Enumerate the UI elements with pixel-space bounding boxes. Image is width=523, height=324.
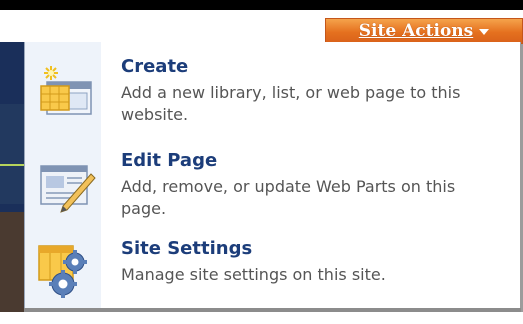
background-green-line [0,164,24,166]
menu-item-create-description: Add a new library, list, or web page to … [121,83,461,124]
top-bar: Site Actions [0,0,523,44]
menu-item-edit-page[interactable]: Edit Page Add, remove, or update Web Par… [25,150,520,236]
edit-page-icon [40,165,96,213]
menu-item-site-settings-description: Manage site settings on this site. [121,265,386,284]
menu-item-create[interactable]: Create Add a new library, list, or web p… [25,56,520,142]
site-actions-button[interactable]: Site Actions [325,18,523,44]
create-icon [40,66,92,115]
site-settings-icon [38,245,87,298]
page-background-left [0,42,24,312]
background-lower [0,212,24,312]
menu-item-edit-page-title: Edit Page [121,150,218,171]
site-actions-menu: Create Add a new library, list, or web p… [24,42,521,310]
top-dark-band [0,0,523,10]
menu-item-create-title: Create [121,56,189,77]
site-actions-label: Site Actions [358,21,474,41]
menu-item-site-settings-title: Site Settings [121,238,253,259]
menu-shadow-bottom [24,308,521,312]
background-stripe [0,104,24,204]
menu-item-edit-page-description: Add, remove, or update Web Parts on this… [121,177,456,218]
chevron-down-icon [479,29,490,35]
